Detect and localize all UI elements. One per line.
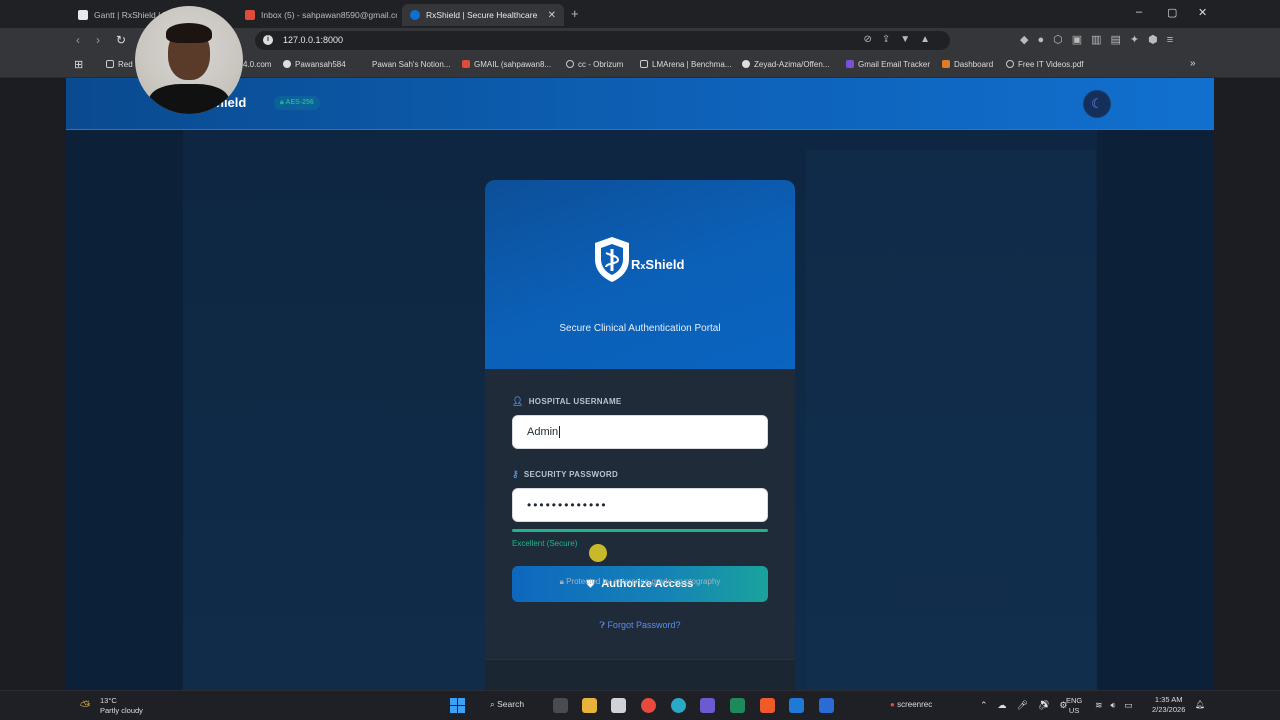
tab-title: RxShield | Secure Healthcare Po	[426, 10, 540, 20]
security-footer-note: 🔒︎ Protected by enterprise-grade cryptog…	[559, 577, 721, 586]
bookmark-item[interactable]: Pawansah584	[283, 60, 346, 69]
bookmark-item[interactable]: GMAIL (sahpawan8...	[462, 60, 551, 69]
taskbar-search-button[interactable]: ⌕ Search	[490, 699, 524, 710]
globe-icon	[1006, 60, 1014, 68]
chrome-icon[interactable]	[641, 698, 656, 713]
windows-taskbar: ⛅︎ 13°C Partly cloudy ⌕ Search ● screenr…	[0, 690, 1280, 720]
teams-icon[interactable]	[700, 698, 715, 713]
notification-bell-icon[interactable]: 🔔︎	[1195, 700, 1205, 709]
network-volume-battery-icons[interactable]: ≋🔉︎▭	[1095, 700, 1141, 711]
task-view-icon[interactable]	[553, 698, 568, 713]
windows-start-icon[interactable]	[450, 698, 465, 713]
github-icon	[742, 60, 750, 68]
folder-icon	[106, 60, 114, 68]
background-panel	[806, 150, 1096, 690]
rxshield-favicon-icon	[410, 10, 420, 20]
gmail-icon	[462, 60, 470, 68]
gmail-icon	[245, 10, 255, 20]
reload-icon[interactable]: ↻	[116, 33, 126, 47]
obrizum-icon	[566, 60, 574, 68]
password-strength-bar	[512, 529, 768, 532]
password-input[interactable]: •••••••••••••	[512, 488, 768, 522]
minimize-button[interactable]: –	[1136, 6, 1142, 18]
tab-title: Inbox (5) - sahpawan8590@gmail.co	[261, 10, 397, 20]
site-info-icon[interactable]: i	[263, 35, 273, 45]
edge-icon[interactable]	[671, 698, 686, 713]
login-card: RxShield Secure Clinical Authentication …	[485, 180, 795, 690]
background-panel	[1097, 130, 1214, 690]
dashboard-icon	[942, 60, 950, 68]
close-window-button[interactable]: ✕	[1198, 6, 1207, 19]
site-header: hield 🔒︎ AES-256 ☾	[66, 78, 1214, 130]
bookmark-item[interactable]: Pawan Sah's Notion...	[372, 60, 450, 69]
bookmark-item[interactable]: Red	[106, 60, 133, 69]
github-icon	[283, 60, 291, 68]
user-doctor-icon: 👤︎	[512, 396, 524, 406]
tab-rxshield[interactable]: RxShield | Secure Healthcare Po ✕	[402, 4, 564, 26]
system-tray-icons[interactable]: ⌃☁🎤︎🔊︎⚙	[980, 700, 1077, 711]
gantt-favicon-icon	[78, 10, 88, 20]
weather-widget[interactable]: 13°C Partly cloudy	[100, 696, 143, 716]
login-card-header: RxShield Secure Clinical Authentication …	[485, 180, 795, 369]
shield-logo-icon	[595, 237, 629, 282]
lock-icon: 🔒︎	[559, 577, 564, 586]
webcam-overlay	[135, 6, 243, 114]
brave-icon[interactable]	[760, 698, 775, 713]
more-bookmarks-icon[interactable]: »	[1190, 58, 1196, 69]
bookmark-item[interactable]: Dashboard	[942, 60, 993, 69]
app-icon[interactable]	[730, 698, 745, 713]
bookmark-item[interactable]: LMArena | Benchma...	[640, 60, 731, 69]
screenrec-tray[interactable]: ● screenrec	[890, 700, 932, 709]
bookmark-item[interactable]: Gmail Email Tracker	[846, 60, 930, 69]
question-circle-icon: ❓︎	[599, 620, 605, 630]
theme-toggle-button[interactable]: ☾	[1083, 90, 1111, 118]
key-icon: ⚷	[512, 469, 519, 479]
url-text[interactable]: 127.0.0.1:8000	[283, 35, 343, 45]
omnibox-icons[interactable]: ⊘⇪▼▲	[863, 34, 940, 45]
apps-grid-icon[interactable]: ⊞	[74, 58, 83, 71]
lmarena-icon	[640, 60, 648, 68]
vscode-icon[interactable]	[789, 698, 804, 713]
address-bar[interactable]: i 127.0.0.1:8000 ⊘⇪▼▲	[255, 31, 950, 50]
app-icon[interactable]	[819, 698, 834, 713]
mouse-cursor-highlight	[589, 544, 607, 562]
close-tab-icon[interactable]: ✕	[548, 10, 556, 21]
encryption-badge: 🔒︎ AES-256	[274, 96, 320, 110]
username-label: 👤︎ HOSPITAL USERNAME	[512, 396, 622, 406]
forward-icon[interactable]: ›	[96, 33, 100, 47]
bookmark-item[interactable]: cc - Obrizum	[566, 60, 623, 69]
bookmark-item[interactable]: 4.0.com	[243, 60, 271, 69]
store-icon[interactable]	[611, 698, 626, 713]
password-label: ⚷ SECURITY PASSWORD	[512, 469, 619, 479]
maximize-button[interactable]: ▢	[1167, 6, 1177, 19]
presenter-shirt	[149, 84, 229, 114]
bookmark-item[interactable]: Zeyad-Azima/Offen...	[742, 60, 829, 69]
search-icon: ⌕	[490, 699, 495, 709]
language-indicator[interactable]: ENG US	[1066, 696, 1082, 716]
file-explorer-icon[interactable]	[582, 698, 597, 713]
background-panel	[66, 130, 183, 690]
portal-tagline: Secure Clinical Authentication Portal	[559, 323, 721, 334]
login-form: 👤︎ HOSPITAL USERNAME Admin ⚷ SECURITY PASS…	[485, 369, 795, 690]
presenter-hair	[166, 23, 212, 43]
new-tab-button[interactable]: +	[571, 6, 579, 21]
toolbar-extension-icons[interactable]: ◆●⬡▣▥▤✦⬢≡	[1020, 33, 1182, 46]
login-card-footer	[485, 659, 795, 690]
partly-cloudy-icon[interactable]: ⛅︎	[80, 698, 90, 714]
bookmark-item[interactable]: Free IT Videos.pdf	[1006, 60, 1084, 69]
logo-text: RxShield	[631, 257, 685, 272]
email-tracker-icon	[846, 60, 854, 68]
tab-inbox[interactable]: Inbox (5) - sahpawan8590@gmail.co	[237, 4, 397, 26]
clock[interactable]: 1:35 AM 2/23/2026	[1152, 695, 1185, 715]
password-strength-text: Excellent (Secure)	[512, 539, 578, 548]
web-page: hield 🔒︎ AES-256 ☾ RxShield Secure Clini…	[66, 78, 1214, 690]
back-icon[interactable]: ‹	[76, 33, 80, 47]
forgot-password-link[interactable]: ❓︎ Forgot Password?	[485, 620, 795, 631]
username-input[interactable]: Admin	[512, 415, 768, 449]
text-caret	[559, 426, 561, 438]
